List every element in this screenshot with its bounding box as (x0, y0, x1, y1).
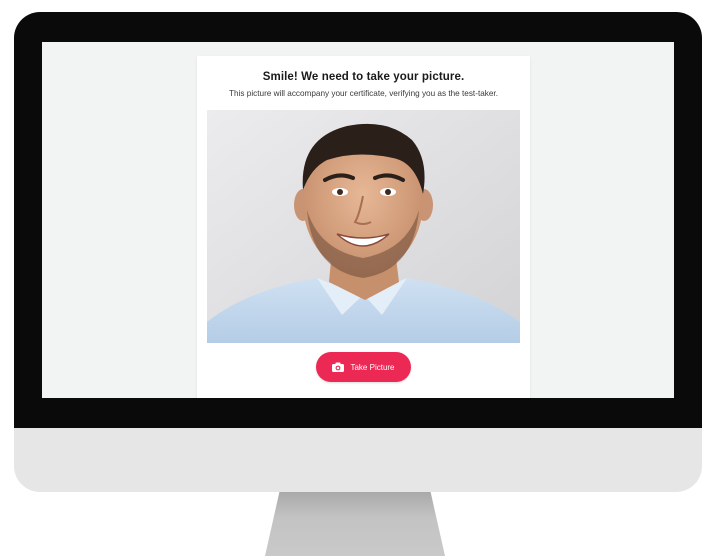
photo-capture-card: Smile! We need to take your picture. Thi… (197, 56, 530, 398)
camera-icon (332, 362, 345, 372)
take-picture-button[interactable]: Take Picture (316, 352, 411, 382)
portrait-photo (207, 110, 520, 343)
page-title: Smile! We need to take your picture. (262, 71, 465, 83)
monitor-chin (14, 428, 702, 492)
monitor-mockup: Smile! We need to take your picture. Thi… (0, 0, 710, 556)
camera-preview (207, 110, 520, 343)
monitor-stand (265, 492, 445, 556)
take-picture-label: Take Picture (350, 362, 395, 372)
monitor-screen: Smile! We need to take your picture. Thi… (42, 42, 674, 398)
page-subtitle: This picture will accompany your certifi… (229, 89, 498, 98)
